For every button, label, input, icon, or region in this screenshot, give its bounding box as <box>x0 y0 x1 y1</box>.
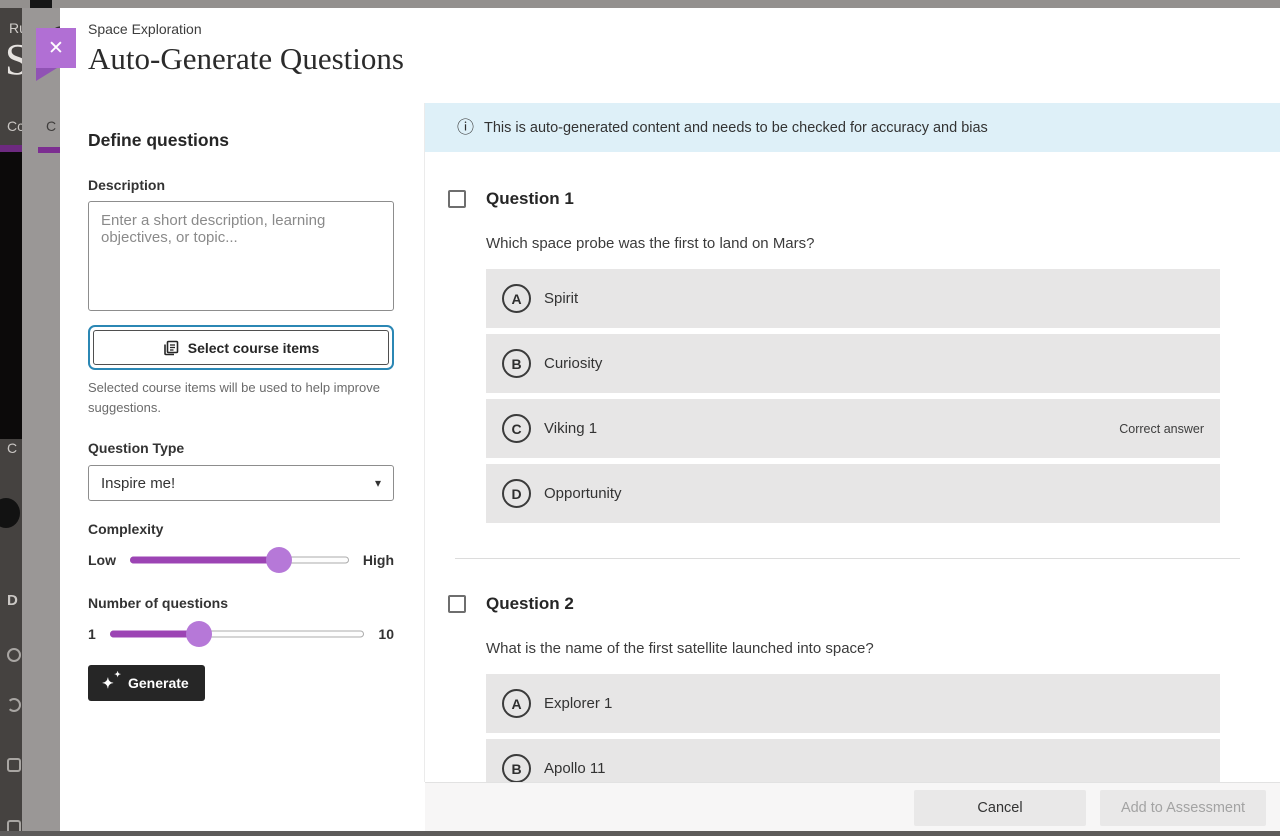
question-block: Question 1 Which space probe was the fir… <box>425 189 1280 523</box>
question-type-value: Inspire me! <box>101 475 175 492</box>
question-block: Question 2 What is the name of the first… <box>425 558 1280 798</box>
question-title: Question 2 <box>486 594 574 614</box>
panel-header: Space Exploration Auto-Generate Question… <box>88 21 404 77</box>
slider-thumb[interactable] <box>266 547 292 573</box>
description-input[interactable] <box>88 201 394 311</box>
info-icon: ⓘ <box>457 119 474 136</box>
number-of-questions-slider[interactable] <box>110 621 365 647</box>
option-letter: B <box>502 349 531 378</box>
copy-document-icon <box>163 340 179 356</box>
question-header: Question 2 <box>425 594 1280 614</box>
background-bottom-edge <box>0 831 1280 836</box>
close-button[interactable]: ✕ <box>36 28 76 68</box>
complexity-low-label: Low <box>88 552 116 568</box>
answer-option[interactable]: A Explorer 1 <box>486 674 1220 733</box>
answer-option[interactable]: D Opportunity <box>486 464 1220 523</box>
option-letter: A <box>502 284 531 313</box>
correct-answer-badge: Correct answer <box>1119 422 1204 436</box>
generate-label: Generate <box>128 675 189 691</box>
background-page-layer: Ru S Cc C D <box>0 8 22 836</box>
background-tab-underline <box>0 145 22 152</box>
question-header: Question 1 <box>425 189 1280 209</box>
edit-icon <box>7 758 21 772</box>
options-list: A Explorer 1 B Apollo 11 <box>486 674 1220 798</box>
question-type-select[interactable]: Inspire me! ▾ <box>88 465 394 501</box>
background-media-block <box>0 152 22 439</box>
option-label: Explorer 1 <box>544 695 612 712</box>
background-panel-tab-fragment: C <box>46 118 56 134</box>
answer-option[interactable]: C Viking 1 Correct answer <box>486 399 1220 458</box>
slider-fill <box>130 557 279 564</box>
question-divider <box>455 558 1240 559</box>
background-top-bar <box>0 0 1280 8</box>
question-title: Question 1 <box>486 189 574 209</box>
focus-ring: Select course items <box>88 325 394 370</box>
complexity-slider[interactable] <box>130 547 349 573</box>
answer-option[interactable]: A Spirit <box>486 269 1220 328</box>
option-letter: B <box>502 754 531 783</box>
cancel-button[interactable]: Cancel <box>914 790 1086 826</box>
question-checkbox[interactable] <box>448 190 466 208</box>
option-label: Curiosity <box>544 355 602 372</box>
course-name: Space Exploration <box>88 21 404 37</box>
complexity-label: Complexity <box>88 521 394 537</box>
banner-text: This is auto-generated content and needs… <box>484 120 988 136</box>
option-label: Viking 1 <box>544 420 597 437</box>
background-text-fragment-d: D <box>7 592 18 609</box>
define-questions-form: Define questions Description Select <box>88 130 394 701</box>
screen: Ru S Cc C D S C Space Exploration Auto-G… <box>0 0 1280 836</box>
ai-disclaimer-banner: ⓘ This is auto-generated content and nee… <box>425 103 1280 152</box>
slider-thumb[interactable] <box>186 621 212 647</box>
question-text: Which space probe was the first to land … <box>486 234 1220 254</box>
form-heading: Define questions <box>88 130 394 151</box>
background-course-title-fragment: S <box>5 34 22 85</box>
option-label: Apollo 11 <box>544 760 605 777</box>
number-of-questions-label: Number of questions <box>88 595 394 611</box>
option-letter: A <box>502 689 531 718</box>
sparkles-icon: ✦ ✦ <box>104 676 119 691</box>
option-label: Opportunity <box>544 485 622 502</box>
close-button-tail <box>36 68 57 81</box>
background-panel-layer: S C <box>22 8 60 836</box>
background-text-fragment-c: C <box>7 440 17 456</box>
background-panel-tab-underline <box>38 147 60 153</box>
num-questions-max-label: 10 <box>378 626 394 642</box>
answer-option[interactable]: B Curiosity <box>486 334 1220 393</box>
background-top-tab <box>30 0 52 8</box>
options-list: A Spirit B Curiosity C Viking 1 Correct … <box>486 269 1220 523</box>
person-icon <box>7 648 21 662</box>
chevron-down-icon: ▾ <box>375 476 381 490</box>
select-course-items-label: Select course items <box>188 340 320 356</box>
avatar <box>0 498 20 528</box>
page-title: Auto-Generate Questions <box>88 41 404 77</box>
question-type-label: Question Type <box>88 440 394 456</box>
option-letter: C <box>502 414 531 443</box>
questions-list: Question 1 Which space probe was the fir… <box>425 152 1280 832</box>
option-label: Spirit <box>544 290 578 307</box>
question-checkbox[interactable] <box>448 595 466 613</box>
background-tab-fragment: Cc <box>7 118 22 134</box>
description-label: Description <box>88 177 394 193</box>
generated-questions-region: ⓘ This is auto-generated content and nee… <box>425 103 1280 832</box>
course-items-helper-text: Selected course items will be used to he… <box>88 378 380 418</box>
close-icon: ✕ <box>48 39 64 58</box>
complexity-slider-row: Low High <box>88 547 394 573</box>
num-questions-min-label: 1 <box>88 626 96 642</box>
complexity-high-label: High <box>363 552 394 568</box>
select-course-items-button[interactable]: Select course items <box>93 330 389 365</box>
clock-icon <box>7 698 21 712</box>
auto-generate-questions-panel: Space Exploration Auto-Generate Question… <box>60 8 1280 832</box>
question-text: What is the name of the first satellite … <box>486 639 1220 659</box>
option-letter: D <box>502 479 531 508</box>
panel-footer: Cancel Add to Assessment <box>425 782 1280 832</box>
add-to-assessment-button[interactable]: Add to Assessment <box>1100 790 1266 826</box>
number-of-questions-slider-row: 1 10 <box>88 621 394 647</box>
generate-button[interactable]: ✦ ✦ Generate <box>88 665 205 701</box>
